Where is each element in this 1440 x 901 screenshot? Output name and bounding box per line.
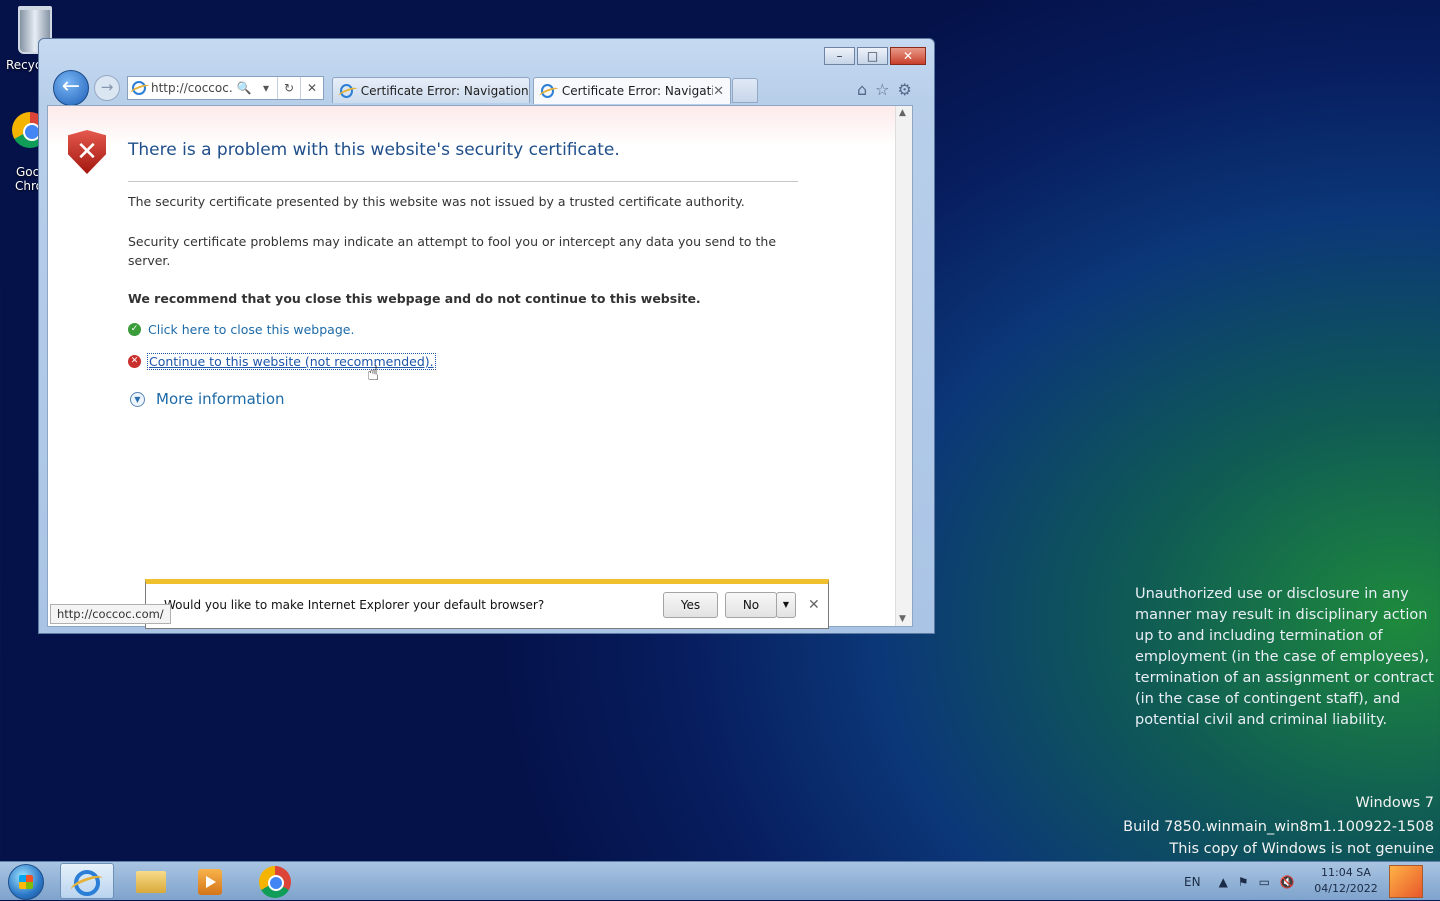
tab-title: Certificate Error: Navigatio... [561, 84, 713, 98]
system-tray: EN ▲ ⚑ ▭ 🔇 [1184, 862, 1305, 901]
shield-x-icon: ✕ [76, 137, 98, 167]
scroll-up-icon[interactable]: ▲ [899, 108, 906, 118]
refresh-button[interactable]: ↻ [278, 81, 300, 95]
chrome-label-line1: Goc [16, 165, 40, 179]
yes-button[interactable]: Yes [663, 592, 718, 618]
start-button[interactable] [8, 864, 44, 900]
taskbar-media-player-button[interactable] [184, 863, 238, 899]
ie-page-icon [132, 81, 146, 95]
back-button[interactable]: ← [53, 70, 89, 106]
ie-tab-icon [541, 84, 554, 98]
tab-certificate-error-1[interactable]: Certificate Error: Navigation B... [332, 77, 530, 103]
clock-date: 04/12/2022 [1314, 882, 1378, 895]
more-information-label: More information [156, 390, 285, 408]
close-window-button[interactable]: ✕ [890, 47, 926, 65]
back-arrow-icon: ← [61, 74, 81, 99]
taskbar: EN ▲ ⚑ ▭ 🔇 11:04 SA 04/12/2022 [0, 861, 1440, 900]
no-button[interactable]: No [725, 592, 777, 618]
search-icon[interactable]: 🔍 [233, 81, 255, 95]
action-center-flag-icon[interactable]: ⚑ [1238, 875, 1249, 889]
notification-close-icon[interactable]: ✕ [808, 597, 820, 613]
address-dropdown-icon[interactable]: ▾ [255, 81, 277, 95]
volume-muted-icon[interactable]: 🔇 [1280, 875, 1295, 889]
green-shield-check-icon: ✓ [128, 323, 141, 336]
taskbar-explorer-button[interactable] [124, 863, 178, 899]
favorites-star-icon[interactable]: ☆ [875, 80, 889, 99]
caption-buttons: – □ ✕ [822, 47, 926, 65]
legal-notice: Unauthorized use or disclosure in any ma… [1135, 586, 1434, 728]
tools-gear-icon[interactable]: ⚙ [898, 80, 912, 99]
scroll-down-icon[interactable]: ▼ [899, 614, 906, 624]
close-webpage-option: ✓ Click here to close this webpage. [128, 322, 354, 337]
stop-button[interactable]: ✕ [301, 81, 323, 95]
maximize-button[interactable]: □ [857, 47, 888, 65]
internet-explorer-icon [74, 870, 100, 896]
status-url-tooltip: http://coccoc.com/ [50, 604, 171, 624]
continue-option: ✕ Continue to this website (not recommen… [128, 353, 436, 370]
folder-icon [136, 871, 166, 893]
notification-message: Would you like to make Internet Explorer… [164, 598, 545, 612]
command-icons: ⌂ ☆ ⚙ [857, 80, 912, 99]
recommendation-text: We recommend that you close this webpage… [128, 291, 701, 306]
no-dropdown-icon[interactable]: ▼ [776, 592, 796, 618]
recycle-bin-label: Recyc [6, 58, 42, 72]
close-webpage-link[interactable]: Click here to close this webpage. [148, 322, 354, 337]
watermark-line-2: Build 7850.winmain_win8m1.100922-1508 [1123, 819, 1434, 835]
taskbar-ie-button[interactable] [60, 863, 114, 899]
show-desktop-button[interactable] [1389, 865, 1423, 898]
page-content: ✕ There is a problem with this website's… [47, 105, 913, 627]
address-url[interactable]: http://coccoc.... [151, 81, 233, 95]
continue-to-website-link[interactable]: Continue to this website (not recommende… [147, 353, 436, 370]
watermark-line-1: Windows 7 [1355, 795, 1434, 811]
show-hidden-icons-icon[interactable]: ▲ [1219, 875, 1228, 889]
address-bar[interactable]: http://coccoc.... 🔍 ▾ ↻ ✕ [127, 76, 324, 100]
page-title: There is a problem with this website's s… [128, 140, 620, 160]
hand-cursor-icon: ☝ [367, 361, 380, 385]
minimize-button[interactable]: – [824, 47, 855, 65]
clock[interactable]: 11:04 SA 04/12/2022 [1310, 865, 1382, 897]
new-tab-button[interactable] [732, 78, 758, 103]
tab-title: Certificate Error: Navigation B... [360, 83, 529, 98]
chrome-icon [259, 866, 291, 898]
language-indicator[interactable]: EN [1184, 875, 1201, 889]
default-browser-notification: Would you like to make Internet Explorer… [145, 579, 829, 629]
expand-chevron-icon: ▼ [130, 391, 145, 407]
media-player-icon [198, 869, 222, 895]
tab-certificate-error-2[interactable]: Certificate Error: Navigatio... ✕ [533, 77, 731, 104]
forward-arrow-icon: → [100, 78, 114, 96]
vertical-scrollbar[interactable]: ▲ ▼ [895, 106, 912, 626]
forward-button[interactable]: → [94, 75, 120, 101]
taskbar-chrome-button[interactable] [248, 863, 302, 899]
ie-window: – □ ✕ ← → http://coccoc.... 🔍 ▾ ↻ ✕ Cert… [38, 38, 935, 634]
watermark-line-3: This copy of Windows is not genuine [1169, 841, 1434, 857]
more-information-toggle[interactable]: ▼ More information [130, 390, 285, 408]
clock-time: 11:04 SA [1321, 866, 1371, 879]
tab-close-icon[interactable]: ✕ [713, 84, 724, 99]
home-icon[interactable]: ⌂ [857, 80, 867, 99]
red-shield-x-icon: ✕ [128, 355, 141, 368]
error-paragraph-2: Security certificate problems may indica… [128, 234, 777, 268]
title-divider [128, 181, 798, 182]
ie-tab-icon [340, 83, 353, 98]
network-icon[interactable]: ▭ [1259, 875, 1270, 889]
error-paragraph-1: The security certificate presented by th… [128, 194, 745, 209]
